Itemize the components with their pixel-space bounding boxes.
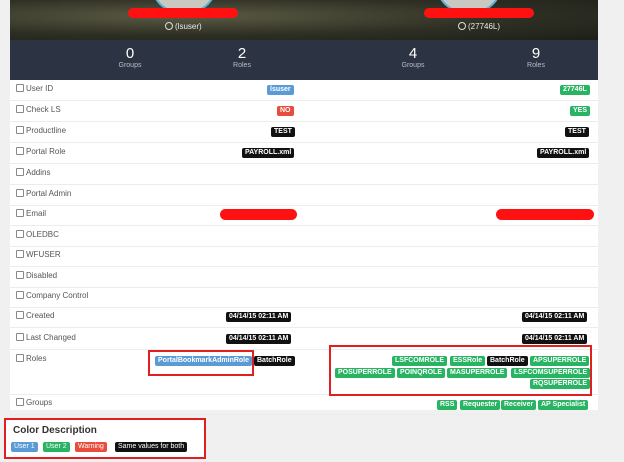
legend-user1: User 1	[11, 442, 38, 452]
stat-right-roles: 9 Roles	[527, 45, 545, 69]
row-portal-admin: Portal Admin	[10, 185, 598, 206]
right-created: 04/14/15 02:11 AM	[522, 312, 588, 322]
building-icon	[16, 291, 24, 299]
user-icon	[16, 84, 24, 92]
user-icon	[165, 22, 173, 30]
username-left: (lsuser)	[165, 22, 202, 31]
right-portal-role: PAYROLL.xml	[537, 148, 590, 158]
row-productline: Productline TEST TEST	[10, 122, 598, 143]
color-description-box: Color Description User 1 User 2 Warning …	[4, 418, 206, 459]
clock-icon	[16, 333, 24, 341]
stats-bar: 0 Groups 2 Roles 4 Groups 9 Roles	[10, 40, 598, 80]
lock-icon	[16, 105, 24, 113]
random-icon	[16, 250, 24, 258]
color-description-title: Color Description	[13, 425, 97, 436]
redacted-email-right	[496, 209, 594, 220]
left-user-id: lsuser	[267, 85, 294, 95]
row-groups: Groups RSS Requester Receiver AP Special…	[10, 394, 598, 415]
group-badge-right: RSS	[437, 400, 458, 410]
row-disabled: Disabled	[10, 267, 598, 288]
globe-icon	[16, 230, 24, 238]
left-check-ls: NO	[277, 106, 294, 116]
username-right: (27746L)	[458, 22, 500, 31]
group-badge-right: AP Specialist	[538, 400, 589, 410]
group-badge-right: Requester	[460, 400, 501, 410]
row-check-ls: Check LS NO YES	[10, 101, 598, 122]
redacted-name-left	[128, 8, 238, 18]
code-icon	[16, 147, 24, 155]
profile-header: (lsuser) (27746L)	[10, 0, 598, 40]
highlight-roles-left	[148, 350, 254, 376]
row-oledbc: OLEDBC	[10, 226, 598, 247]
stat-right-groups: 4 Groups	[401, 45, 425, 69]
right-user-id: 27746L	[560, 85, 590, 95]
shield-icon	[16, 189, 24, 197]
ban-icon	[16, 271, 24, 279]
sitemap-icon	[16, 354, 24, 362]
row-portal-role: Portal Role PAYROLL.xml PAYROLL.xml	[10, 143, 598, 164]
list-icon	[16, 126, 24, 134]
row-company-control: Company Control	[10, 287, 598, 308]
redacted-name-right	[424, 8, 534, 18]
user-icon	[458, 22, 466, 30]
redacted-email-left	[220, 209, 297, 220]
left-last-changed: 04/14/15 02:11 AM	[226, 334, 292, 344]
right-productline: TEST	[565, 127, 589, 137]
right-check-ls: YES	[570, 106, 591, 116]
role-badge-left: BatchRole	[254, 356, 295, 366]
calendar-icon	[16, 311, 24, 319]
row-created: Created 04/14/15 02:11 AM 04/14/15 02:11…	[10, 307, 598, 328]
legend-user2: User 2	[43, 442, 70, 452]
row-addins: Addins	[10, 164, 598, 185]
row-email: Email	[10, 205, 598, 226]
left-productline: TEST	[271, 127, 295, 137]
right-last-changed: 04/14/15 02:11 AM	[522, 334, 588, 344]
group-icon	[16, 398, 24, 406]
stat-left-roles: 2 Roles	[233, 45, 251, 69]
at-icon	[16, 209, 24, 217]
left-portal-role: PAYROLL.xml	[242, 148, 295, 158]
highlight-roles-right	[329, 345, 592, 396]
file-icon	[16, 168, 24, 176]
stat-left-groups: 0 Groups	[118, 45, 142, 69]
left-created: 04/14/15 02:11 AM	[226, 312, 292, 322]
row-wfuser: WFUSER	[10, 246, 598, 267]
legend-same: Same values for both	[115, 442, 188, 452]
legend-warning: Warning	[75, 442, 107, 452]
group-badge-right: Receiver	[501, 400, 537, 410]
row-user-id: User ID lsuser 27746L	[10, 80, 598, 101]
